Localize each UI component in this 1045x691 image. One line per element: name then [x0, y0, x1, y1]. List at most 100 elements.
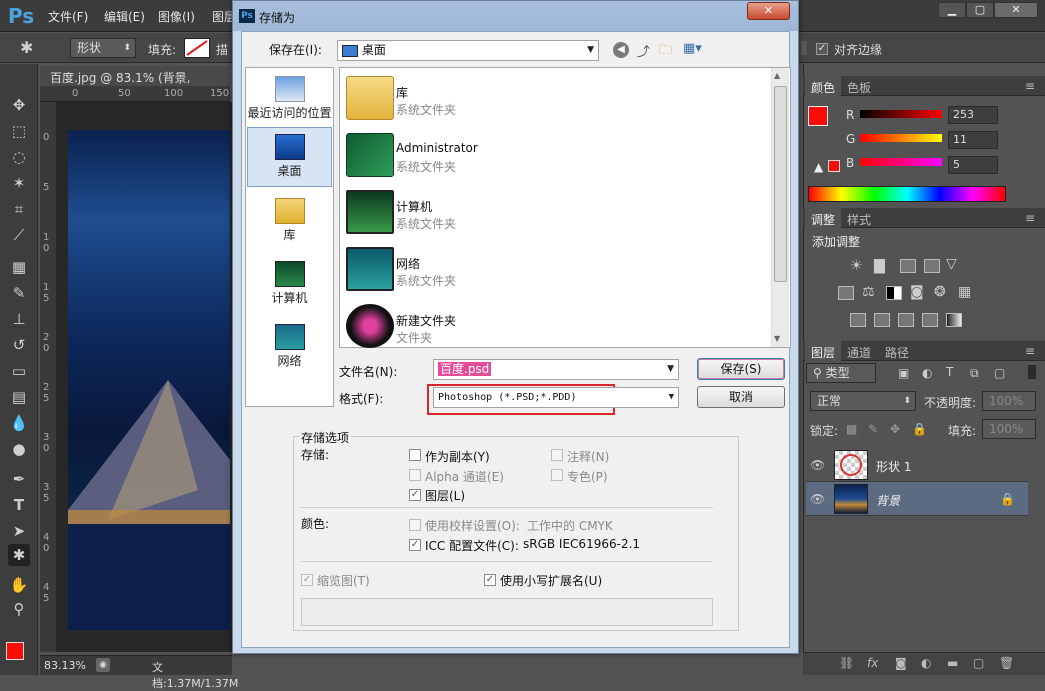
- format-select[interactable]: Photoshop (*.PSD;*.PDD) ▼: [433, 387, 679, 408]
- r-value[interactable]: 253: [948, 106, 998, 124]
- filename-input[interactable]: 百度.psd ▼: [433, 359, 679, 380]
- save-button[interactable]: 保存(S): [697, 358, 785, 380]
- link-layers-icon[interactable]: ⛓: [839, 656, 854, 670]
- scroll-up-icon[interactable]: ▲: [774, 71, 780, 80]
- lock-position-icon[interactable]: ✥: [890, 422, 900, 436]
- zoom-tool-icon[interactable]: ⚲: [8, 598, 30, 620]
- panel-menu-icon[interactable]: ≡: [1025, 79, 1035, 93]
- place-library[interactable]: 库: [247, 192, 332, 252]
- foreground-color-swatch[interactable]: [6, 642, 24, 660]
- layer-name[interactable]: 形状 1: [876, 458, 911, 475]
- maximize-button[interactable]: ▢: [966, 2, 994, 18]
- gradient-tool-icon[interactable]: ▤: [8, 386, 30, 408]
- tab-channels[interactable]: 通道: [841, 341, 877, 361]
- web-color-swatch[interactable]: [828, 160, 840, 172]
- new-layer-icon[interactable]: ▢: [973, 656, 984, 670]
- back-icon[interactable]: ◀: [613, 42, 629, 58]
- pen-tool-icon[interactable]: ✒: [8, 468, 30, 490]
- tab-styles[interactable]: 样式: [841, 208, 877, 228]
- selective-color-icon[interactable]: [922, 313, 938, 327]
- type-tool-icon[interactable]: T: [8, 494, 30, 516]
- tab-layers[interactable]: 图层: [805, 341, 842, 361]
- hand-tool-icon[interactable]: ✋: [8, 574, 30, 596]
- file-item[interactable]: 库 系统文件夹: [344, 70, 764, 126]
- color-balance-icon[interactable]: ⚖: [862, 284, 875, 300]
- threshold-icon[interactable]: [898, 313, 914, 327]
- b-value[interactable]: 5: [948, 156, 998, 174]
- b-slider[interactable]: [860, 158, 942, 166]
- layers-checkbox[interactable]: ✓: [409, 489, 421, 501]
- tab-color[interactable]: 颜色: [805, 76, 842, 96]
- layer-filter-select[interactable]: ⚲ 类型: [806, 363, 876, 383]
- dodge-tool-icon[interactable]: ●: [8, 438, 30, 460]
- magic-wand-icon[interactable]: ✶: [8, 172, 30, 194]
- healing-brush-icon[interactable]: ▦: [8, 256, 30, 278]
- filter-toggle[interactable]: [1028, 365, 1036, 379]
- close-button[interactable]: ✕: [994, 2, 1038, 18]
- use-proof-checkbox[interactable]: [409, 519, 421, 531]
- invert-icon[interactable]: [850, 313, 866, 327]
- eyedropper-icon[interactable]: ⟋: [8, 224, 30, 246]
- save-in-select[interactable]: 桌面 ▼: [337, 40, 599, 61]
- lasso-tool-icon[interactable]: ◌: [8, 146, 30, 168]
- notes-checkbox[interactable]: [551, 449, 563, 461]
- tab-paths[interactable]: 路径: [879, 341, 915, 361]
- visibility-eye-icon[interactable]: 👁: [810, 492, 825, 506]
- filter-smart-icon[interactable]: ▢: [994, 366, 1005, 380]
- visibility-eye-icon[interactable]: 👁: [810, 458, 825, 472]
- menu-edit[interactable]: 编辑(E): [104, 8, 145, 25]
- custom-shape-tool-icon[interactable]: ✱: [8, 544, 30, 566]
- hue-saturation-icon[interactable]: [838, 286, 854, 300]
- view-menu-icon[interactable]: ▦▾: [683, 41, 702, 56]
- place-desktop[interactable]: 桌面: [247, 127, 332, 187]
- file-item[interactable]: 网络 系统文件夹: [344, 241, 764, 297]
- dialog-title-bar[interactable]: Ps 存储为 ✕: [233, 1, 798, 31]
- g-slider[interactable]: [860, 134, 942, 142]
- document-image[interactable]: [68, 130, 230, 630]
- up-folder-icon[interactable]: ⤴: [637, 41, 650, 60]
- path-selection-icon[interactable]: ➤: [8, 520, 30, 542]
- filter-shape-icon[interactable]: ⧉: [970, 366, 979, 381]
- color-lookup-icon[interactable]: ▦: [958, 284, 971, 300]
- minimize-button[interactable]: ▁: [938, 2, 966, 18]
- zoom-level[interactable]: 83.13%: [44, 659, 86, 672]
- levels-icon[interactable]: ▇: [874, 258, 885, 274]
- brush-tool-icon[interactable]: ✎: [8, 282, 30, 304]
- spot-checkbox[interactable]: [551, 469, 563, 481]
- panel-menu-icon[interactable]: ≡: [1025, 344, 1035, 358]
- dialog-close-button[interactable]: ✕: [747, 2, 790, 20]
- file-item[interactable]: 计算机 系统文件夹: [344, 184, 764, 240]
- lock-all-icon[interactable]: 🔒: [912, 422, 927, 436]
- lock-image-icon[interactable]: ✎: [868, 422, 878, 436]
- filter-adjust-icon[interactable]: ◐: [922, 366, 932, 380]
- layer-row[interactable]: 👁 形状 1: [806, 448, 1028, 482]
- marquee-tool-icon[interactable]: ⬚: [8, 120, 30, 142]
- black-white-icon[interactable]: [886, 286, 902, 300]
- color-ramp[interactable]: [808, 186, 1006, 202]
- place-network[interactable]: 网络: [247, 318, 332, 378]
- g-value[interactable]: 11: [948, 131, 998, 149]
- filter-type-icon[interactable]: T: [946, 365, 953, 379]
- delete-layer-icon[interactable]: 🗑: [999, 656, 1014, 670]
- scroll-down-icon[interactable]: ▼: [774, 334, 780, 343]
- new-folder-icon[interactable]: 🗀: [659, 41, 672, 63]
- status-icon[interactable]: ◉: [96, 658, 110, 672]
- fx-icon[interactable]: fx: [867, 656, 878, 670]
- exposure-icon[interactable]: [924, 259, 940, 273]
- move-tool-icon[interactable]: ✥: [8, 94, 30, 116]
- shape-mode-select[interactable]: 形状 ⬍: [70, 38, 136, 58]
- blur-tool-icon[interactable]: 💧: [8, 412, 30, 434]
- file-list-scrollbar[interactable]: ▲ ▼: [771, 68, 789, 347]
- panel-menu-icon[interactable]: ≡: [1025, 211, 1035, 225]
- channel-mixer-icon[interactable]: ❂: [934, 284, 946, 300]
- document-tab[interactable]: 百度.jpg @ 83.1% (背景, RGB/8): [40, 66, 230, 100]
- foreground-swatch[interactable]: [808, 106, 828, 126]
- opacity-input[interactable]: 100%: [982, 391, 1036, 411]
- blend-mode-select[interactable]: 正常 ⬍: [810, 391, 916, 411]
- crop-tool-icon[interactable]: ⌗: [8, 198, 30, 220]
- photo-filter-icon[interactable]: ◙: [910, 284, 924, 300]
- alpha-checkbox[interactable]: [409, 469, 421, 481]
- gradient-map-icon[interactable]: [946, 313, 962, 327]
- fill-swatch[interactable]: [184, 38, 210, 58]
- brightness-icon[interactable]: ☀: [850, 258, 863, 274]
